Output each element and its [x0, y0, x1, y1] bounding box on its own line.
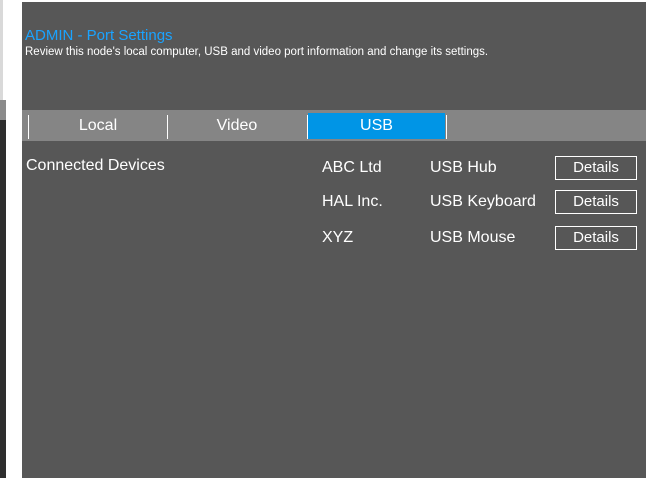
edge-divider-top [0, 0, 3, 100]
details-button[interactable]: Details [555, 226, 637, 250]
panel-header: ADMIN - Port Settings Review this node's… [22, 2, 646, 102]
tab-video[interactable]: Video [167, 113, 307, 139]
tab-bar: Local Video USB [22, 110, 646, 141]
device-row: XYZ USB Mouse Details [22, 224, 646, 252]
tab-local[interactable]: Local [28, 113, 168, 139]
port-settings-panel: ADMIN - Port Settings Review this node's… [22, 2, 646, 478]
device-vendor: HAL Inc. [322, 193, 383, 210]
details-button[interactable]: Details [555, 156, 637, 180]
page-title: ADMIN - Port Settings [25, 27, 173, 44]
device-type: USB Mouse [430, 229, 516, 246]
details-button[interactable]: Details [555, 190, 637, 214]
device-row: ABC Ltd USB Hub Details [22, 154, 646, 182]
device-vendor: XYZ [322, 229, 354, 246]
tab-usb[interactable]: USB [308, 113, 445, 139]
tab-separator [446, 115, 447, 139]
device-type: USB Keyboard [430, 193, 536, 210]
edge-divider-middle [0, 100, 6, 120]
edge-divider-bottom [0, 120, 6, 478]
left-edge-strip [0, 0, 22, 478]
device-type: USB Hub [430, 159, 497, 176]
device-row: HAL Inc. USB Keyboard Details [22, 188, 646, 216]
page-subtitle: Review this node's local computer, USB a… [25, 46, 489, 58]
device-vendor: ABC Ltd [322, 159, 382, 176]
